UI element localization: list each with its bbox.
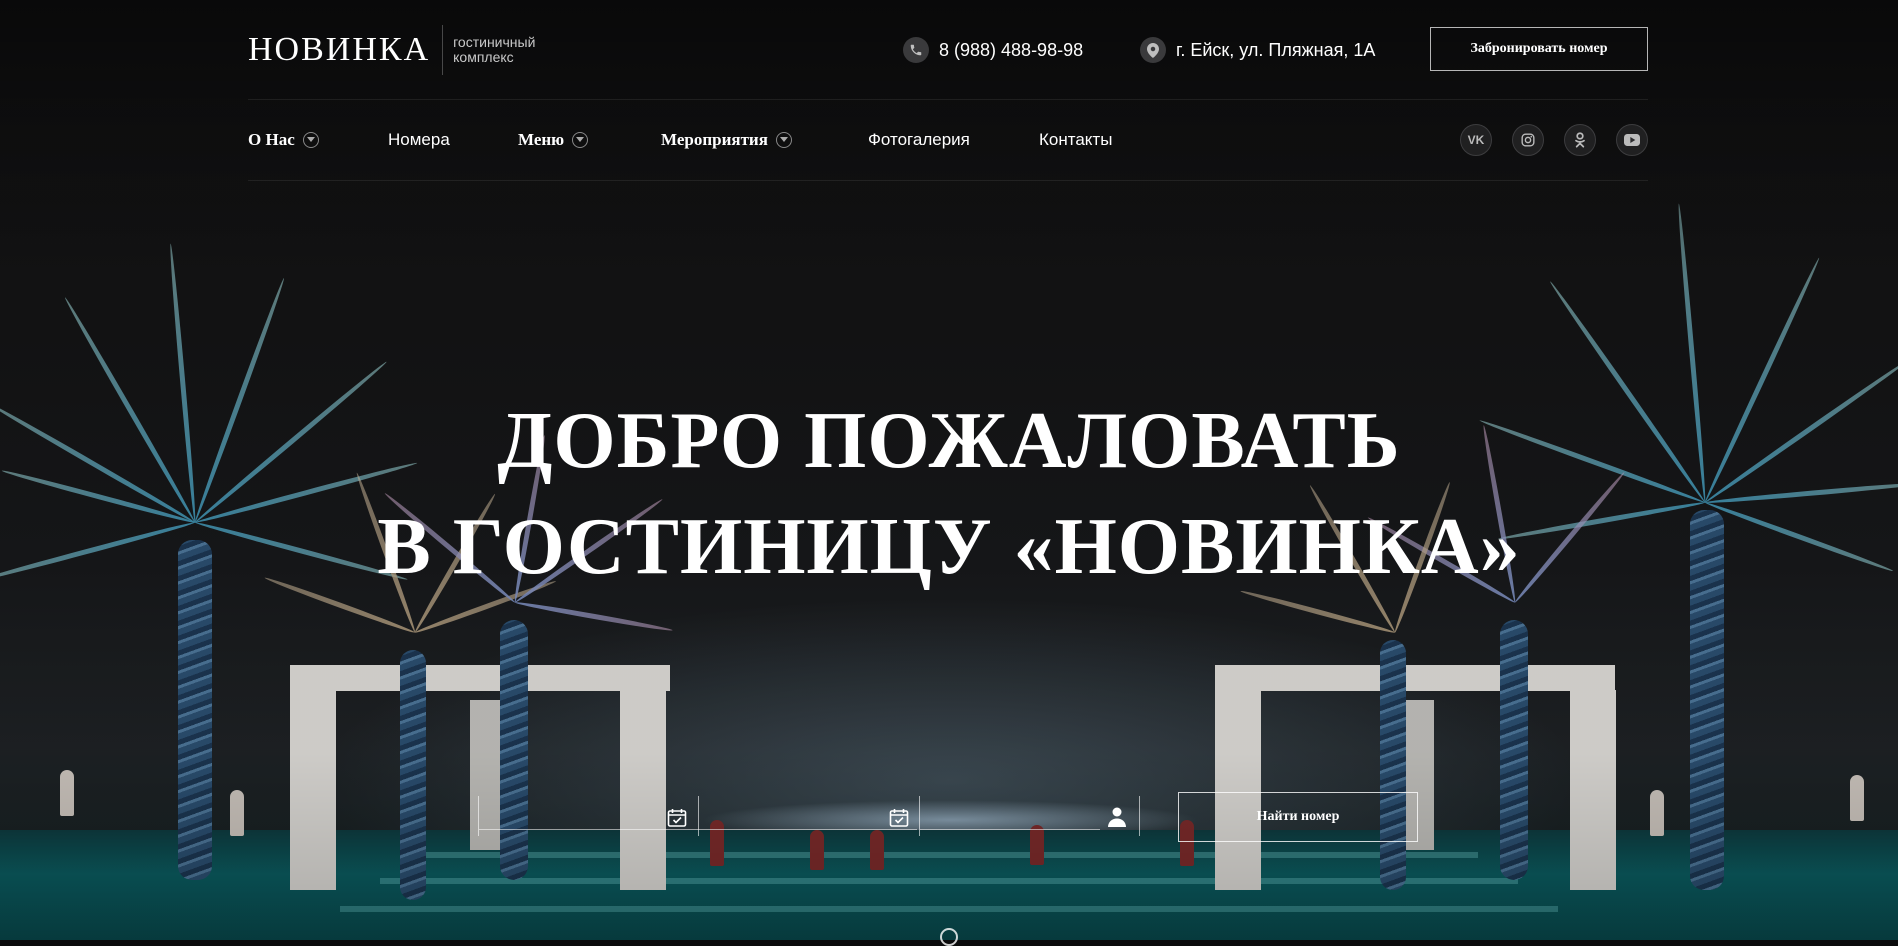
logo[interactable]: НОВИНКА гостиничный комплекс: [248, 24, 536, 75]
guests-field[interactable]: [919, 796, 1140, 836]
chevron-down-icon: [775, 132, 792, 148]
vk-icon[interactable]: VK: [1460, 124, 1492, 156]
logo-divider: [442, 24, 444, 75]
find-room-button[interactable]: Найти номер: [1178, 792, 1418, 842]
main-nav: О Нас Номера Меню Мероприятия Фотогалери…: [248, 100, 1648, 181]
hero-title-line2: В ГОСТИНИЦУ «НОВИНКА»: [377, 503, 1521, 591]
nav-item-contacts[interactable]: Контакты: [1039, 130, 1112, 150]
nav-item-menu-label: Меню: [518, 130, 565, 149]
top-bar: НОВИНКА гостиничный комплекс 8 (988) 488…: [248, 0, 1648, 100]
youtube-icon[interactable]: [1616, 124, 1648, 156]
guests-field-end-divider: [1139, 796, 1141, 836]
chevron-down-icon: [572, 132, 589, 148]
site-header: НОВИНКА гостиничный комплекс 8 (988) 488…: [248, 0, 1648, 181]
checkout-date-field[interactable]: [698, 796, 920, 836]
calendar-check-icon: [889, 808, 909, 833]
logo-subtitle-line2: комплекс: [453, 48, 514, 65]
nav-item-rooms-label: Номера: [388, 130, 450, 149]
guests-underline: [920, 829, 1100, 830]
phone-contact[interactable]: 8 (988) 488-98-98: [903, 37, 1083, 63]
logo-subtitle-line1: гостиничный: [453, 33, 536, 50]
location-pin-icon: [1140, 37, 1166, 63]
odnoklassniki-icon[interactable]: [1564, 124, 1596, 156]
vk-glyph: VK: [1467, 133, 1485, 147]
address-contact[interactable]: г. Ейск, ул. Пляжная, 1А: [1140, 37, 1375, 63]
instagram-icon[interactable]: [1512, 124, 1544, 156]
checkout-underline: [699, 829, 917, 830]
nav-item-about[interactable]: О Нас: [248, 130, 319, 150]
nav-item-events[interactable]: Мероприятия: [661, 130, 792, 150]
chevron-down-icon: [302, 132, 319, 148]
scroll-down-icon[interactable]: [940, 928, 958, 946]
address-text: г. Ейск, ул. Пляжная, 1А: [1176, 39, 1376, 60]
nav-item-menu[interactable]: Меню: [518, 130, 589, 150]
nav-item-contacts-label: Контакты: [1039, 130, 1113, 149]
phone-number: 8 (988) 488-98-98: [939, 39, 1084, 60]
checkin-underline: [479, 829, 699, 830]
calendar-check-icon: [667, 808, 687, 833]
checkin-date-field[interactable]: [478, 796, 699, 836]
booking-form: Найти номер: [478, 792, 1418, 842]
logo-wordmark: НОВИНКА: [248, 30, 431, 68]
nav-item-rooms[interactable]: Номера: [388, 130, 450, 150]
phone-icon: [903, 37, 929, 63]
hero-title-line1: ДОБРО ПОЖАЛОВАТЬ: [497, 397, 1401, 485]
book-room-button[interactable]: Забронировать номер: [1430, 27, 1648, 71]
nav-item-gallery[interactable]: Фотогалерия: [868, 130, 970, 150]
nav-item-events-label: Мероприятия: [661, 130, 768, 149]
nav-item-gallery-label: Фотогалерия: [868, 130, 970, 149]
nav-item-about-label: О Нас: [248, 130, 295, 149]
user-icon: [1107, 806, 1127, 833]
hero-title: ДОБРО ПОЖАЛОВАТЬ В ГОСТИНИЦУ «НОВИНКА»: [0, 388, 1898, 600]
logo-subtitle: гостиничный комплекс: [453, 33, 536, 65]
